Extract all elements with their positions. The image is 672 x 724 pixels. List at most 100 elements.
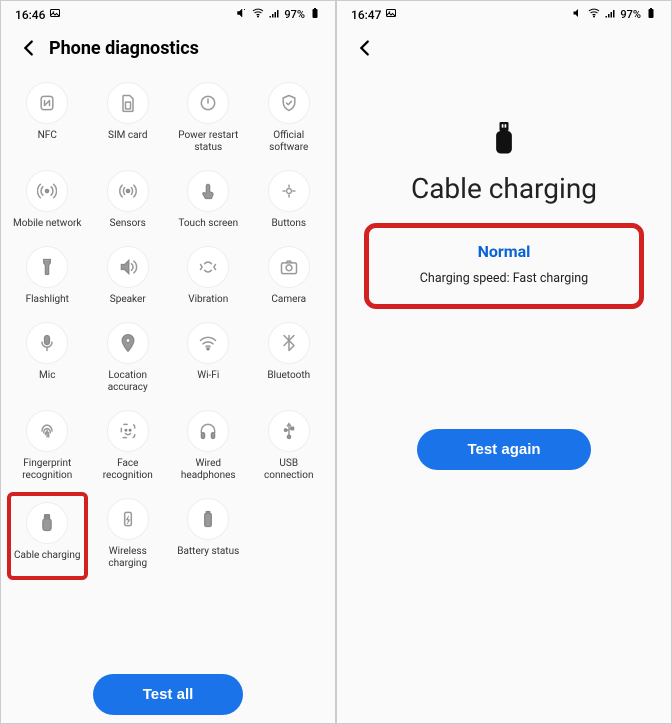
fingerprint-icon: [26, 410, 68, 452]
diag-item-sensors[interactable]: Sensors: [88, 164, 169, 240]
diag-item-touch-screen[interactable]: Touch screen: [168, 164, 249, 240]
diag-item-fingerprint-recognition[interactable]: Fingerprint recognition: [7, 404, 88, 492]
battery-text: 97%: [284, 8, 305, 21]
diag-item-label: Official software: [254, 130, 324, 154]
headphones-icon: [187, 410, 229, 452]
power-icon: [187, 82, 229, 124]
diag-item-wireless-charging[interactable]: Wireless charging: [88, 492, 169, 580]
diag-item-label: Wired headphones: [173, 458, 243, 482]
header: [337, 24, 671, 62]
diag-item-label: NFC: [38, 130, 57, 142]
diag-item-location-accuracy[interactable]: Location accuracy: [88, 316, 169, 404]
flashlight-icon: [26, 246, 68, 288]
diag-item-battery-status[interactable]: Battery status: [168, 492, 249, 580]
diag-item-label: Sensors: [110, 218, 146, 230]
page-title: Phone diagnostics: [49, 38, 199, 59]
diag-item-label: Camera: [271, 294, 306, 306]
wifi-icon: [252, 7, 264, 22]
diag-item-wired-headphones[interactable]: Wired headphones: [168, 404, 249, 492]
cable-icon: [26, 502, 68, 544]
back-button[interactable]: [15, 34, 43, 62]
status-bar: 16:46 97%: [1, 1, 335, 24]
diag-item-label: Fingerprint recognition: [12, 458, 82, 482]
result-title: Cable charging: [411, 172, 597, 205]
diag-item-camera[interactable]: Camera: [249, 240, 330, 316]
shield-icon: [268, 82, 310, 124]
diag-item-label: Touch screen: [178, 218, 238, 230]
diag-item-vibration[interactable]: Vibration: [168, 240, 249, 316]
sensors-icon: [107, 170, 149, 212]
diag-item-sim-card[interactable]: SIM card: [88, 76, 169, 164]
phone-diagnostics-screen: 16:46 97% Phone diagnostics NFC SIM card P…: [0, 0, 336, 724]
battery-text: 97%: [620, 8, 641, 21]
battery-icon: [645, 7, 657, 22]
buttons-icon: [268, 170, 310, 212]
sim-icon: [107, 82, 149, 124]
back-button[interactable]: [351, 34, 379, 62]
wireless-charge-icon: [107, 498, 149, 540]
nfc-icon: [26, 82, 68, 124]
usb-icon: [268, 410, 310, 452]
camera-icon: [268, 246, 310, 288]
diag-item-label: Speaker: [110, 294, 146, 306]
diag-item-power-restart-status[interactable]: Power restart status: [168, 76, 249, 164]
battery-icon: [309, 7, 321, 22]
signal-icon: [604, 7, 616, 22]
diag-item-wifi[interactable]: Wi-Fi: [168, 316, 249, 404]
usb-connector-icon: [490, 122, 518, 158]
diag-item-label: Face recognition: [93, 458, 163, 482]
diagnostics-grid: NFC SIM card Power restart status Official …: [1, 76, 335, 580]
battery-icon: [187, 498, 229, 540]
mic-icon: [26, 322, 68, 364]
diag-item-label: Wi-Fi: [197, 370, 219, 382]
antenna-icon: [26, 170, 68, 212]
location-icon: [107, 322, 149, 364]
signal-icon: [268, 7, 280, 22]
diag-item-face-recognition[interactable]: Face recognition: [88, 404, 169, 492]
diag-item-nfc[interactable]: NFC: [7, 76, 88, 164]
header: Phone diagnostics: [1, 24, 335, 76]
diag-item-usb-connection[interactable]: USB connection: [249, 404, 330, 492]
charging-speed-text: Charging speed: Fast charging: [399, 271, 609, 286]
diag-item-label: Flashlight: [26, 294, 69, 306]
diag-item-label: Buttons: [271, 218, 306, 230]
speaker-icon: [107, 246, 149, 288]
picture-icon: [49, 7, 61, 22]
status-time: 16:47: [351, 8, 381, 22]
touch-icon: [187, 170, 229, 212]
diag-item-label: SIM card: [108, 130, 147, 142]
diag-item-label: Location accuracy: [93, 370, 163, 394]
diag-item-label: Vibration: [188, 294, 228, 306]
diag-item-label: Mic: [39, 370, 55, 382]
diag-item-mic[interactable]: Mic: [7, 316, 88, 404]
diag-item-label: Wireless charging: [93, 546, 163, 570]
diag-item-label: Power restart status: [173, 130, 243, 154]
wifi-icon: [187, 322, 229, 364]
diag-item-mobile-network[interactable]: Mobile network: [7, 164, 88, 240]
diag-item-label: Cable charging: [14, 550, 80, 562]
status-time: 16:46: [15, 8, 45, 22]
diag-item-bluetooth[interactable]: Bluetooth: [249, 316, 330, 404]
bluetooth-icon: [268, 322, 310, 364]
face-icon: [107, 410, 149, 452]
diag-item-label: USB connection: [254, 458, 324, 482]
diag-item-label: Battery status: [177, 546, 239, 558]
vibration-icon: [187, 246, 229, 288]
mute-icon: [572, 7, 584, 22]
result-status: Normal: [399, 242, 609, 261]
test-again-button[interactable]: Test again: [417, 429, 590, 470]
cable-charging-result-screen: 16:47 97%: [336, 0, 672, 724]
diag-item-label: Mobile network: [13, 218, 81, 230]
diag-item-buttons[interactable]: Buttons: [249, 164, 330, 240]
picture-icon: [385, 7, 397, 22]
test-all-button[interactable]: Test all: [93, 674, 244, 715]
diag-item-official-software[interactable]: Official software: [249, 76, 330, 164]
wifi-icon: [588, 7, 600, 22]
result-highlight-box: Normal Charging speed: Fast charging: [364, 223, 644, 309]
diag-item-label: Bluetooth: [267, 370, 310, 382]
diag-item-speaker[interactable]: Speaker: [88, 240, 169, 316]
diag-item-flashlight[interactable]: Flashlight: [7, 240, 88, 316]
diag-item-cable-charging[interactable]: Cable charging: [7, 492, 88, 580]
mute-icon: [236, 7, 248, 22]
status-bar: 16:47 97%: [337, 1, 671, 24]
